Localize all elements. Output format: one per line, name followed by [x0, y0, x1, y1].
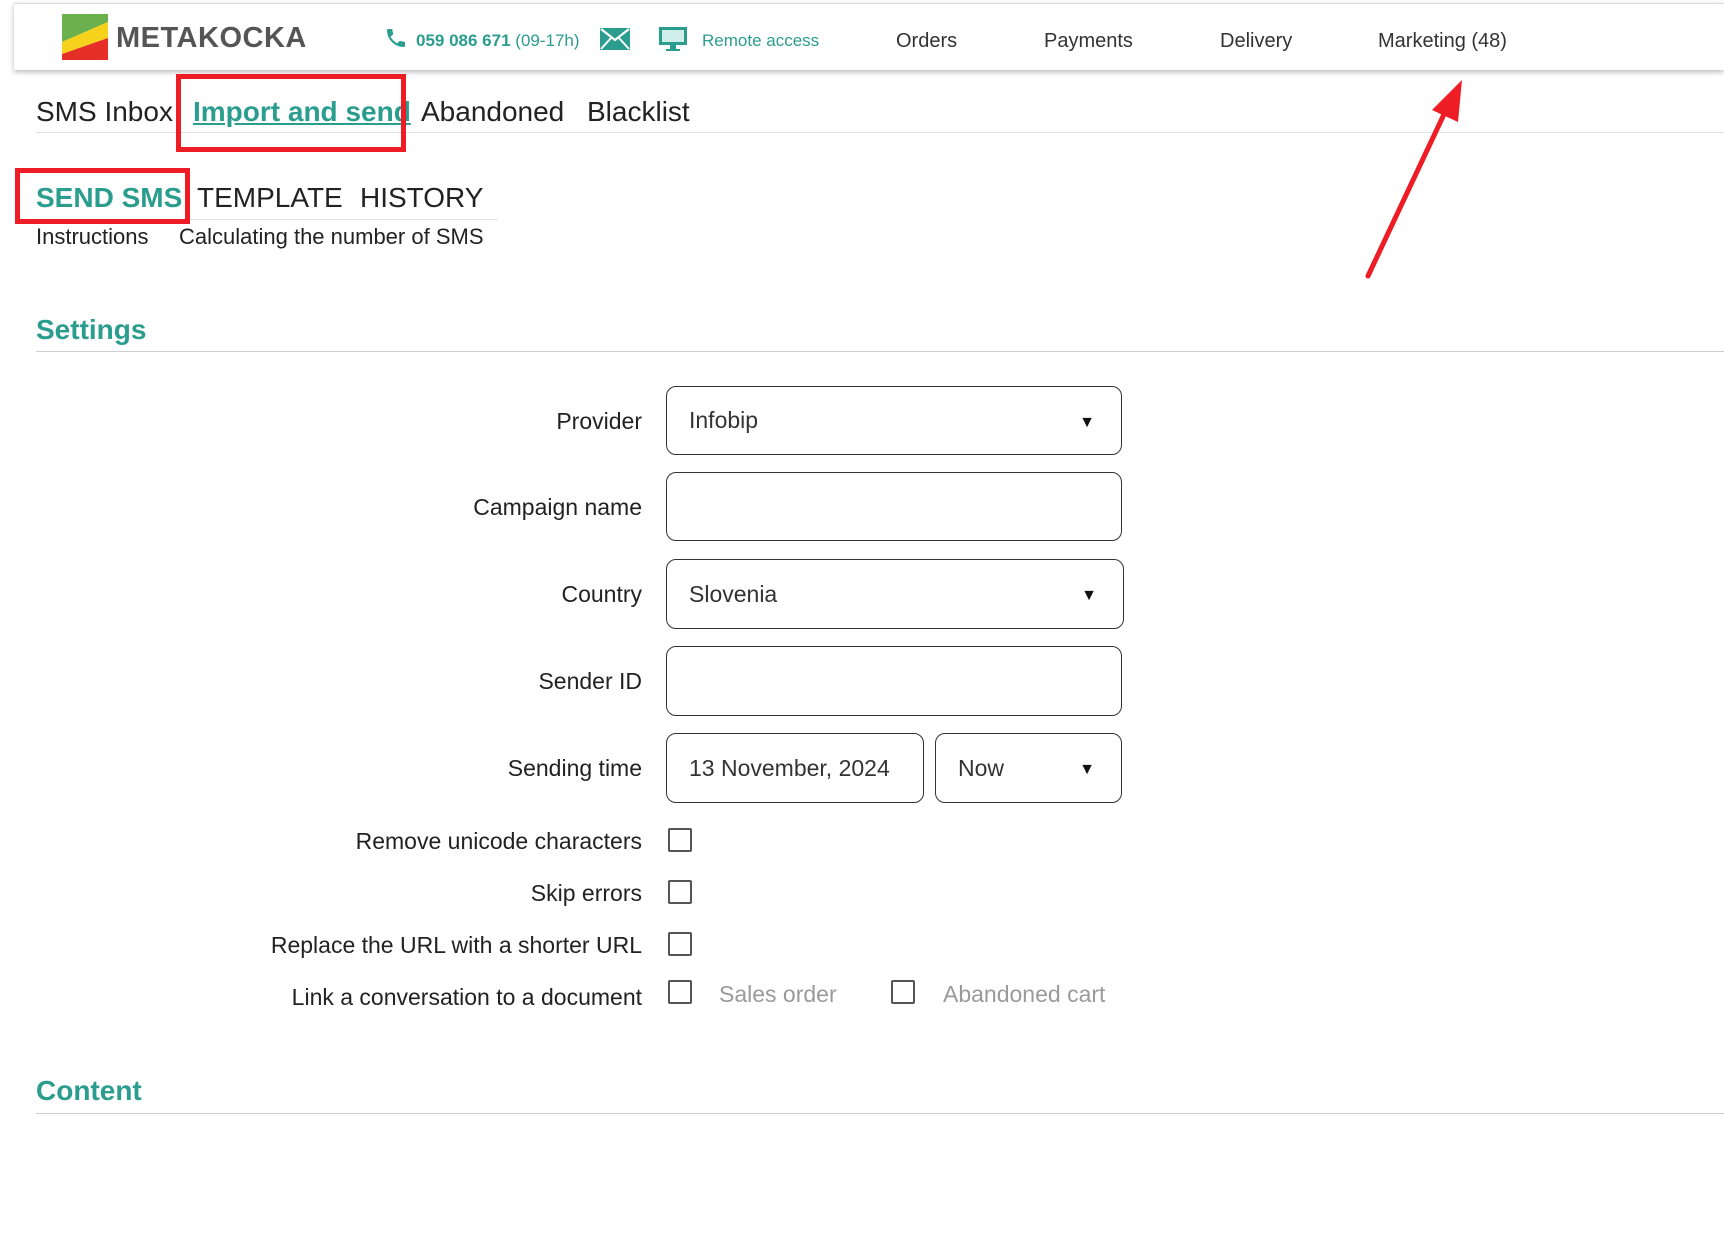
tab-blacklist[interactable]: Blacklist — [587, 96, 690, 128]
annotation-arrow — [1365, 80, 1462, 279]
sender-id-label: Sender ID — [538, 668, 642, 694]
highlight-box-import — [176, 74, 406, 152]
tab-abandoned[interactable]: Abandoned — [421, 96, 564, 128]
chevron-down-icon: ▼ — [1079, 413, 1095, 431]
phone-icon — [387, 29, 405, 47]
sending-mode-select[interactable]: Now ▼ — [935, 733, 1122, 803]
country-value: Slovenia — [689, 580, 778, 607]
mail-icon[interactable] — [600, 28, 630, 50]
nav-orders[interactable]: Orders — [896, 30, 957, 53]
link-sms-count[interactable]: Calculating the number of SMS — [179, 224, 484, 250]
country-select[interactable]: Slovenia ▼ — [666, 559, 1124, 629]
campaign-name-label: Campaign name — [473, 494, 642, 520]
chevron-down-icon: ▼ — [1079, 760, 1095, 778]
shorten-url-label: Replace the URL with a shorter URL — [270, 932, 642, 958]
chevron-down-icon: ▼ — [1081, 586, 1097, 604]
sales-order-checkbox[interactable] — [668, 980, 692, 1004]
highlight-box-send-sms — [15, 168, 190, 224]
tab-sms-inbox[interactable]: SMS Inbox — [36, 96, 173, 128]
skip-errors-label: Skip errors — [530, 880, 642, 906]
country-label: Country — [561, 581, 642, 607]
skip-errors-checkbox[interactable] — [668, 880, 692, 904]
tab-history[interactable]: HISTORY — [360, 182, 483, 214]
provider-value: Infobip — [689, 407, 759, 433]
remove-unicode-checkbox[interactable] — [668, 828, 692, 852]
campaign-name-input[interactable] — [666, 472, 1122, 541]
link-instructions[interactable]: Instructions — [36, 224, 149, 250]
phone-number[interactable]: 059 086 671 (09-17h) — [416, 31, 580, 51]
nav-delivery[interactable]: Delivery — [1220, 30, 1292, 53]
sending-date-input[interactable]: 13 November, 2024 — [666, 733, 924, 803]
remote-access-link[interactable]: Remote access — [702, 31, 819, 51]
phone-number-value: 059 086 671 — [416, 31, 511, 50]
content-divider — [36, 1113, 1724, 1114]
phone-hours: (09-17h) — [515, 31, 580, 50]
provider-label: Provider — [556, 408, 642, 434]
sales-order-label: Sales order — [719, 981, 837, 1007]
link-conversation-label: Link a conversation to a document — [291, 984, 642, 1010]
content-title: Content — [36, 1075, 142, 1106]
top-bar: METAKOCKA 059 086 671 (09-17h) Remote ac… — [14, 3, 1724, 70]
sending-time-label: Sending time — [507, 755, 642, 781]
metakocka-logo[interactable] — [62, 14, 108, 60]
nav-marketing[interactable]: Marketing (48) — [1378, 30, 1507, 53]
monitor-icon[interactable] — [658, 26, 688, 52]
settings-divider — [36, 351, 1724, 352]
abandoned-cart-label: Abandoned cart — [943, 981, 1106, 1007]
abandoned-cart-checkbox[interactable] — [891, 980, 915, 1004]
sending-date-value: 13 November, 2024 — [689, 754, 890, 781]
nav-payments[interactable]: Payments — [1044, 30, 1133, 53]
settings-title: Settings — [36, 314, 147, 345]
tab-template[interactable]: TEMPLATE — [197, 182, 343, 214]
logo-text: METAKOCKA — [116, 22, 307, 54]
sender-id-input[interactable] — [666, 646, 1122, 716]
remove-unicode-label: Remove unicode characters — [355, 828, 642, 854]
sending-mode-value: Now — [958, 754, 1005, 781]
provider-select[interactable]: Infobip ▼ — [666, 386, 1122, 455]
shorten-url-checkbox[interactable] — [668, 932, 692, 956]
